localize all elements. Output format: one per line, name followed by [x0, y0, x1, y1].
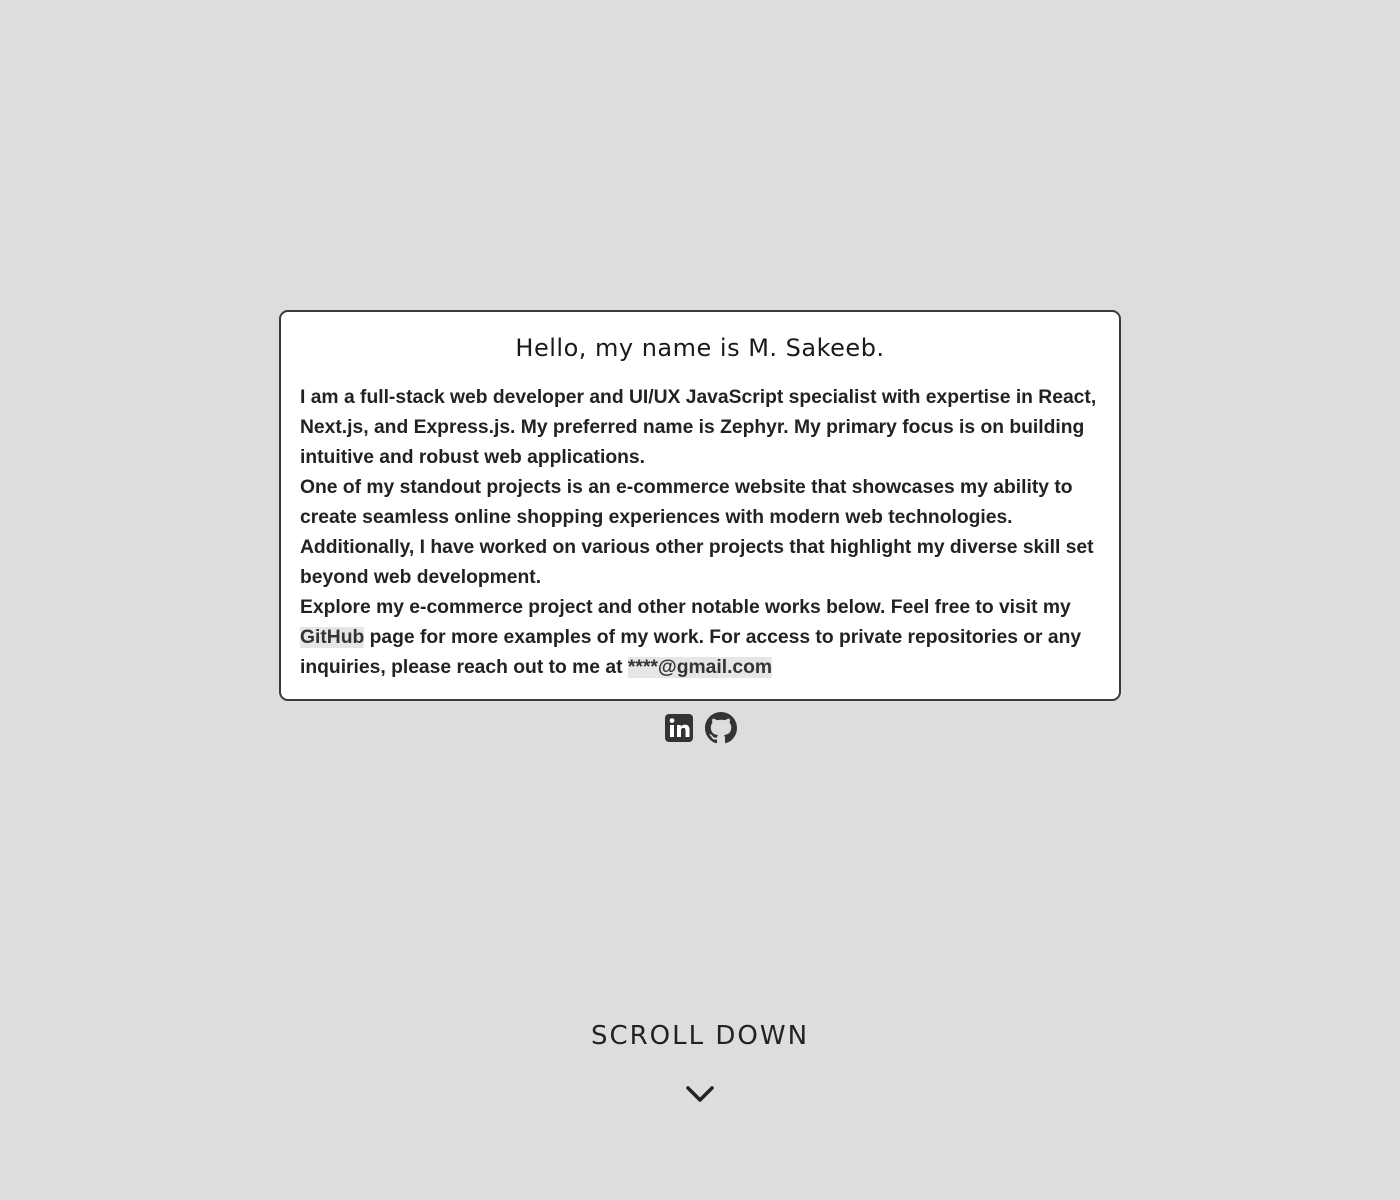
github-link[interactable] [705, 712, 737, 744]
intro-paragraph-contact: Explore my e-commerce project and other … [300, 593, 1100, 683]
page: Hello, my name is M. Sakeeb. I am a full… [0, 0, 1400, 1200]
chevron-down-icon [686, 1086, 714, 1102]
intro-card: Hello, my name is M. Sakeeb. I am a full… [279, 310, 1121, 701]
email-link[interactable]: ****@gmail.com [627, 657, 773, 678]
scroll-down-label: SCROLL DOWN [590, 1021, 810, 1051]
intro-paragraph-skills: I am a full-stack web developer and UI/U… [300, 387, 1097, 468]
scroll-down-button[interactable] [684, 1082, 716, 1108]
intro-paragraph-projects: One of my standout projects is an e-comm… [300, 477, 1094, 588]
github-page-link[interactable]: GitHub [300, 627, 365, 648]
intro-body: I am a full-stack web developer and UI/U… [300, 383, 1100, 683]
linkedin-link[interactable] [663, 712, 695, 744]
social-links [0, 712, 1400, 744]
intro-contact-text-start: Explore my e-commerce project and other … [300, 597, 1071, 618]
linkedin-icon [665, 714, 693, 742]
intro-title: Hello, my name is M. Sakeeb. [515, 334, 885, 362]
github-icon [705, 712, 737, 744]
